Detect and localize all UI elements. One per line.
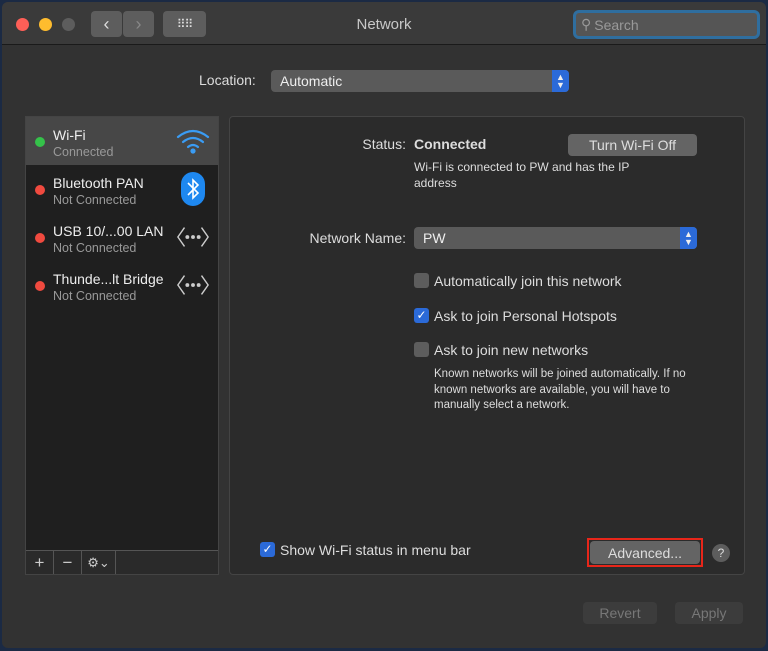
search-icon: ⚲ xyxy=(581,16,592,32)
network-preferences-window: ‹ › ⠿⠿ Network ⚲ Search Location: Automat… xyxy=(2,2,766,648)
status-dot xyxy=(35,185,45,195)
remove-service-button[interactable]: − xyxy=(54,551,82,574)
service-status: Connected xyxy=(53,145,114,159)
known-networks-note: Known networks will be joined automatica… xyxy=(434,368,686,411)
service-name: Thunde...lt Bridge xyxy=(53,271,164,287)
revert-button[interactable]: Revert xyxy=(583,602,657,624)
service-usb-lan[interactable]: USB 10/...00 LAN Not Connected xyxy=(26,213,218,261)
service-bluetooth-pan[interactable]: Bluetooth PAN Not Connected xyxy=(26,165,218,213)
service-name: USB 10/...00 LAN xyxy=(53,223,164,239)
status-description: Wi-Fi is connected to PW and has the IP … xyxy=(414,160,630,190)
status-dot xyxy=(35,137,45,147)
status-dot xyxy=(35,233,45,243)
wifi-icon xyxy=(176,125,210,157)
new-networks-label: Ask to join new networks xyxy=(434,342,589,358)
auto-join-label: Automatically join this network xyxy=(434,273,622,289)
hotspots-label: Ask to join Personal Hotspots xyxy=(434,308,617,324)
new-networks-checkbox[interactable] xyxy=(414,342,429,357)
search-field[interactable]: ⚲ Search xyxy=(573,10,760,39)
search-placeholder: Search xyxy=(594,16,639,33)
status-value: Connected xyxy=(414,136,487,152)
show-status-checkbox[interactable]: ✓ xyxy=(260,542,275,557)
service-wifi[interactable]: Wi-Fi Connected xyxy=(26,117,218,165)
service-thunderbolt-bridge[interactable]: Thunde...lt Bridge Not Connected xyxy=(26,261,218,309)
location-value: Automatic xyxy=(280,73,343,89)
service-status: Not Connected xyxy=(53,241,137,255)
ethernet-icon xyxy=(176,269,210,301)
advanced-button[interactable]: Advanced... xyxy=(590,541,700,564)
service-name: Wi-Fi xyxy=(53,127,86,143)
ethernet-icon xyxy=(176,221,210,253)
service-list-toolbar: + − ⚙⌄ xyxy=(26,550,218,574)
status-dot xyxy=(35,281,45,291)
chevron-updown-icon: ▲ ▼ xyxy=(680,227,697,249)
chevron-updown-icon: ▲ ▼ xyxy=(552,70,569,92)
network-name-popup[interactable]: PW ▲ ▼ xyxy=(414,227,697,249)
add-service-button[interactable]: + xyxy=(26,551,54,574)
status-label: Status: xyxy=(362,136,406,152)
bluetooth-icon xyxy=(176,172,210,206)
show-status-label: Show Wi-Fi status in menu bar xyxy=(280,542,471,558)
network-name-value: PW xyxy=(423,230,446,246)
help-button[interactable]: ? xyxy=(712,544,730,562)
location-label: Location: xyxy=(199,72,256,88)
service-name: Bluetooth PAN xyxy=(53,175,144,191)
service-list: Wi-Fi Connected Bluetooth PAN Not Connec… xyxy=(25,116,219,575)
apply-button[interactable]: Apply xyxy=(675,602,743,624)
turn-wifi-off-button[interactable]: Turn Wi-Fi Off xyxy=(568,134,697,156)
network-name-label: Network Name: xyxy=(309,230,406,246)
location-popup[interactable]: Automatic ▲ ▼ xyxy=(271,70,569,92)
service-status: Not Connected xyxy=(53,193,137,207)
hotspots-checkbox[interactable]: ✓ xyxy=(414,308,429,323)
auto-join-checkbox[interactable] xyxy=(414,273,429,288)
title-bar: ‹ › ⠿⠿ Network ⚲ Search xyxy=(2,2,766,45)
service-status: Not Connected xyxy=(53,289,137,303)
gear-icon[interactable]: ⚙⌄ xyxy=(82,551,116,574)
